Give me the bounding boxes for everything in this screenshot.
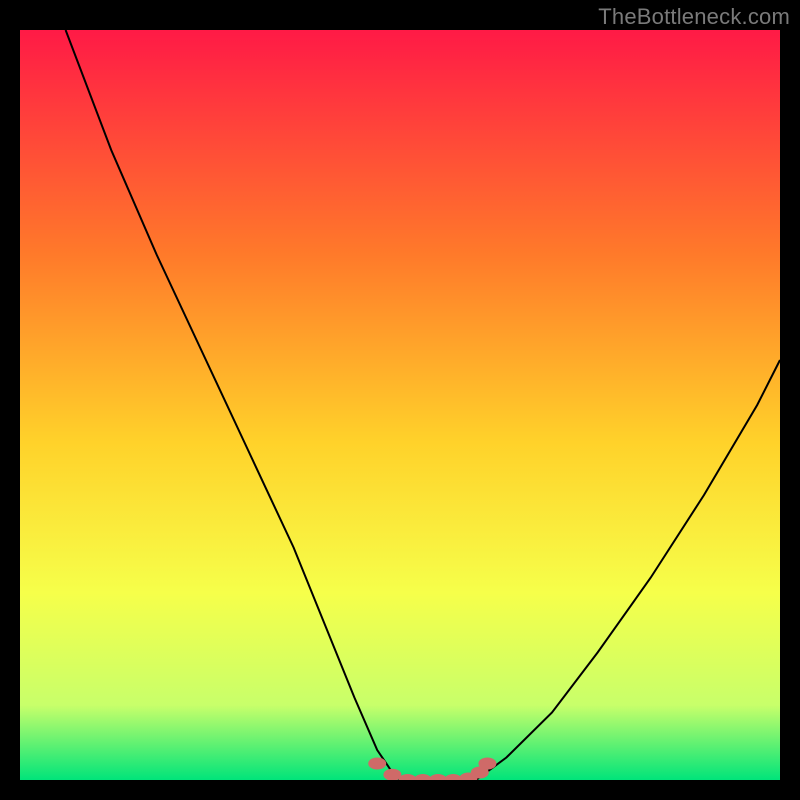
watermark-text: TheBottleneck.com bbox=[598, 4, 790, 30]
bottleneck-chart bbox=[20, 30, 780, 780]
valley-marker bbox=[478, 758, 496, 770]
valley-marker bbox=[368, 758, 386, 770]
chart-frame: TheBottleneck.com bbox=[0, 0, 800, 800]
gradient-background bbox=[20, 30, 780, 780]
plot-area bbox=[20, 30, 780, 780]
